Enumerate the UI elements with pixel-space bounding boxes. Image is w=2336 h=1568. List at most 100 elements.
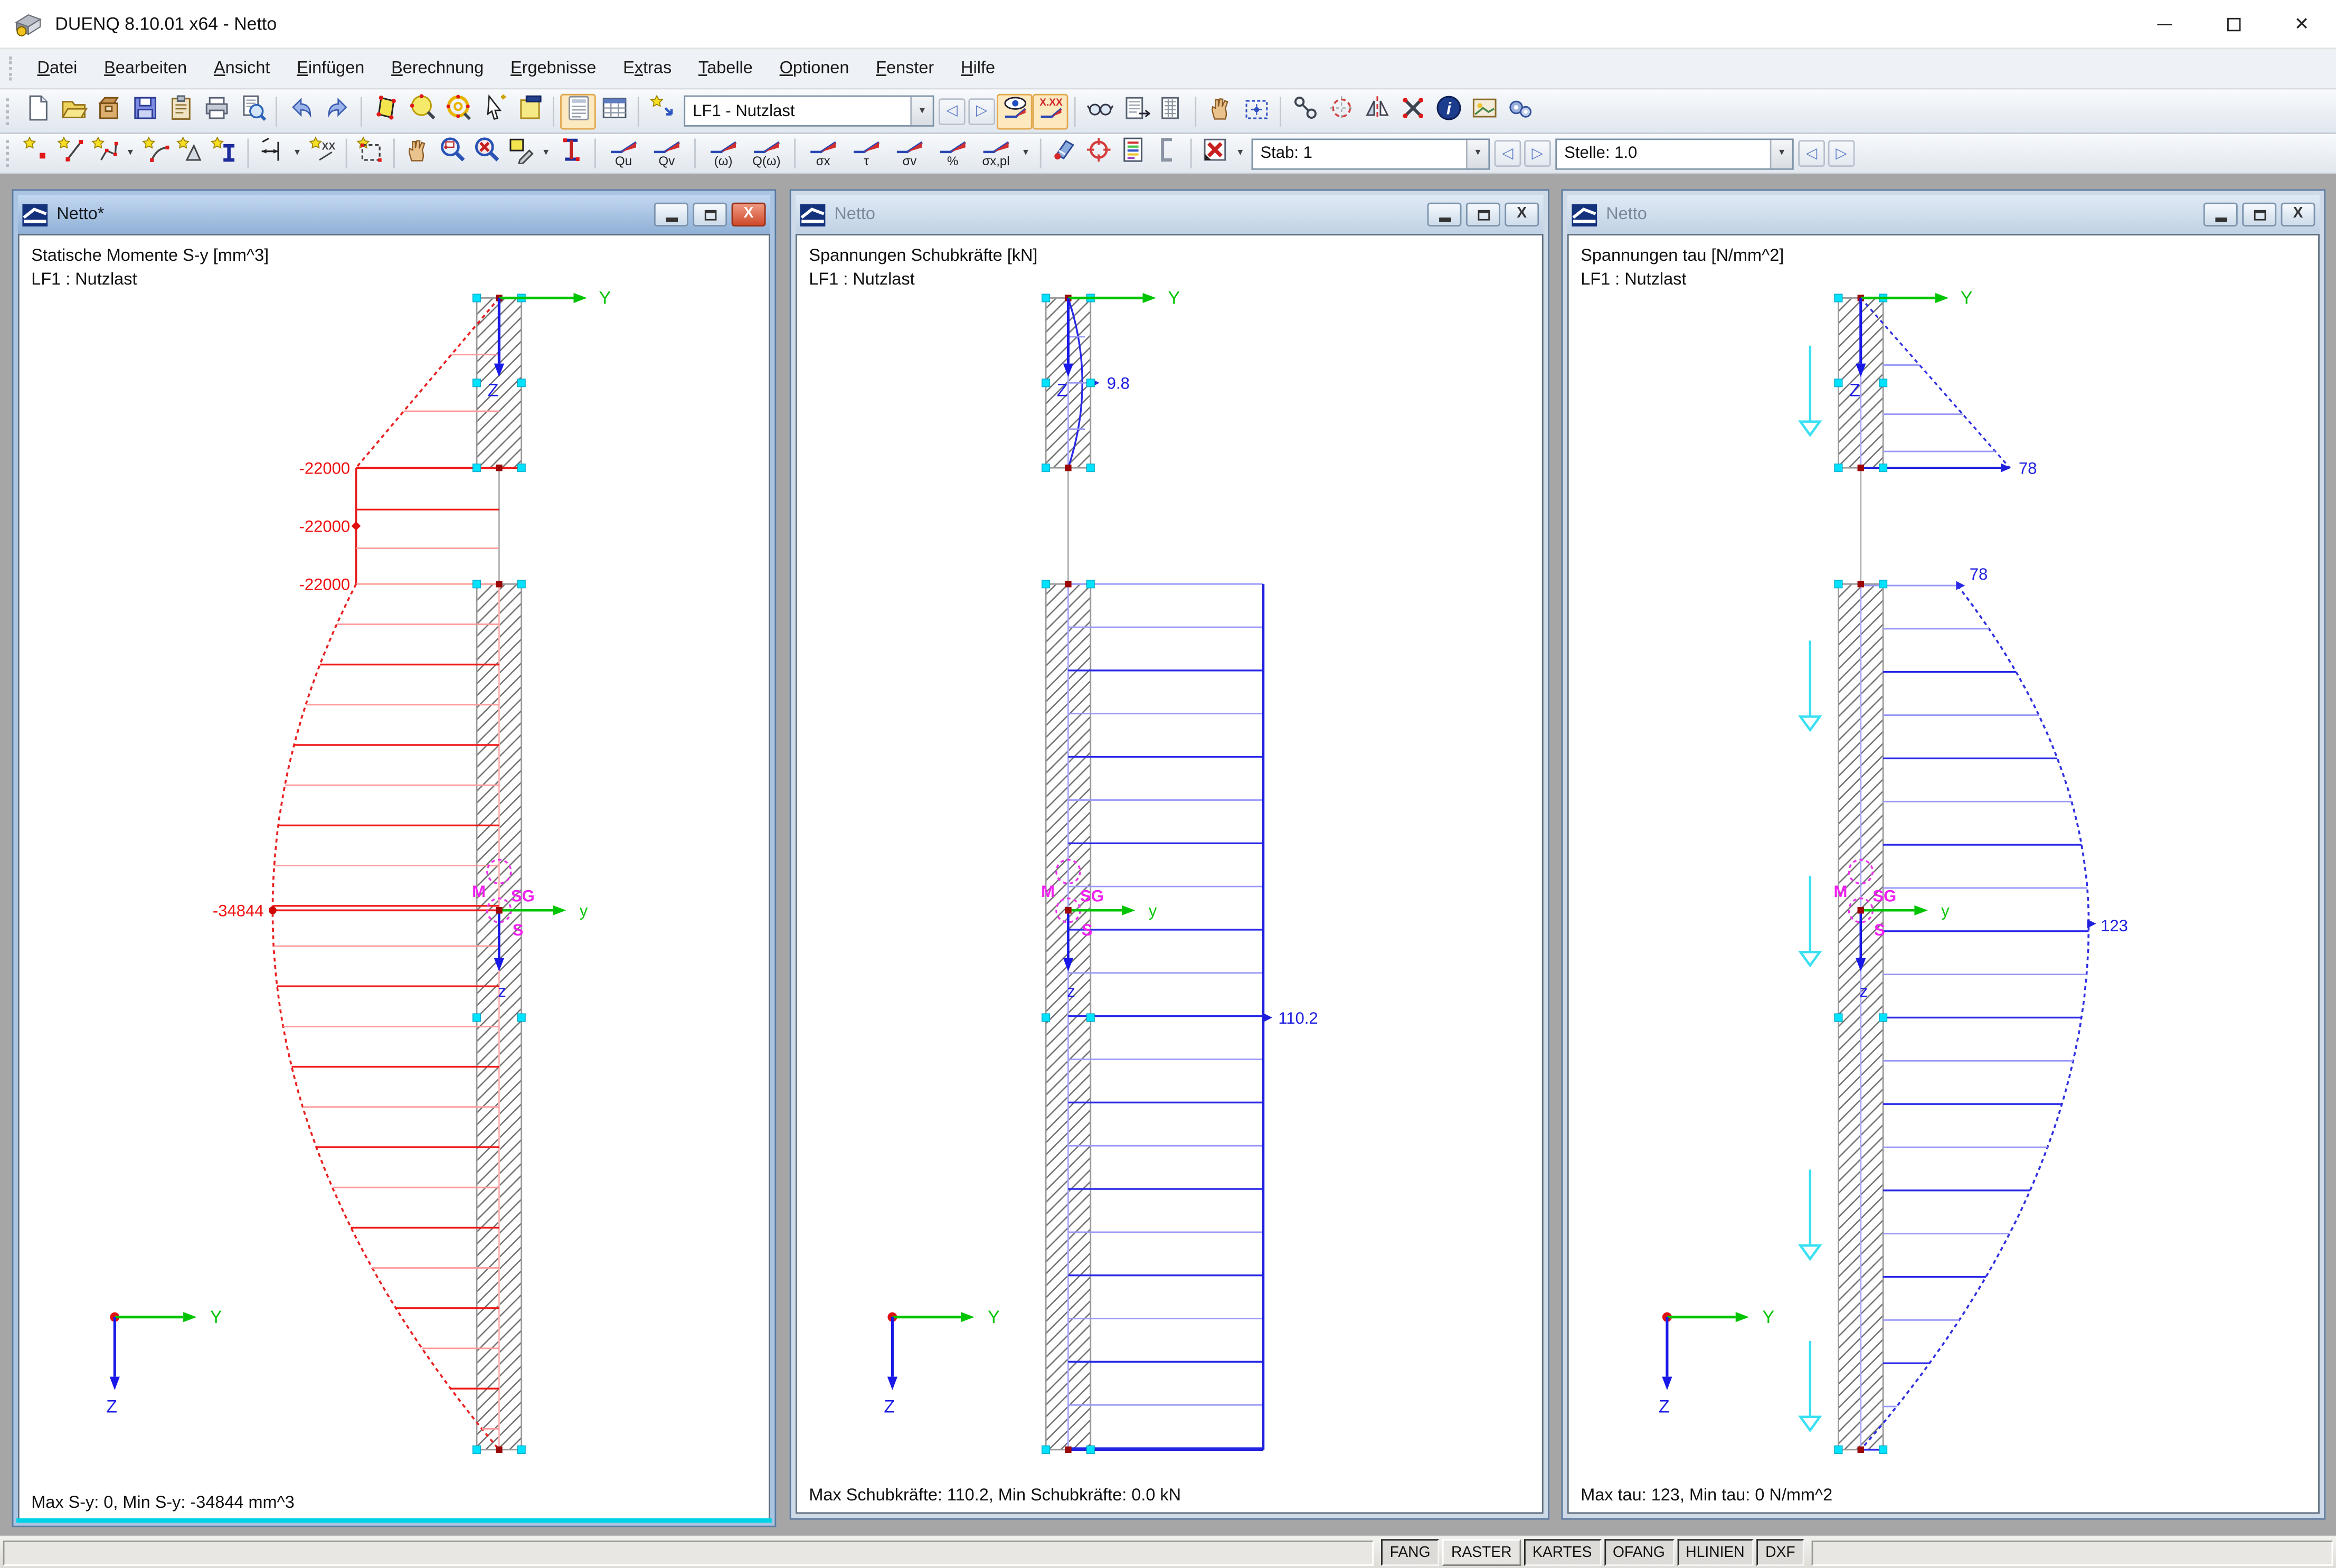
menu-berechnung[interactable]: Berechnung <box>378 54 497 83</box>
dimension-button[interactable] <box>255 136 289 171</box>
table-view-button[interactable] <box>596 93 632 129</box>
new-node-button[interactable] <box>20 136 54 171</box>
print-preview-button[interactable] <box>234 93 270 129</box>
circle-select-button[interactable] <box>1323 93 1359 129</box>
chain-node-button[interactable] <box>1287 93 1323 129</box>
snap-toggle-raster[interactable]: RASTER <box>1442 1539 1520 1566</box>
stelle-next-button[interactable]: ▷ <box>1828 140 1855 167</box>
open-folder-button[interactable] <box>55 93 91 129</box>
layer-edit-button[interactable] <box>504 136 538 171</box>
minimize-button[interactable] <box>654 203 688 226</box>
restore-button[interactable] <box>1466 203 1500 226</box>
zoom-target-button[interactable] <box>440 93 476 129</box>
window-titlebar[interactable]: Netto X <box>796 195 1544 234</box>
close-button[interactable]: X <box>732 203 766 226</box>
undo-button[interactable] <box>283 93 319 129</box>
menu-bearbeiten[interactable]: Bearbeiten <box>91 54 201 83</box>
x-nodes-button[interactable] <box>1394 93 1430 129</box>
mdi-window-tau[interactable]: Netto X Spannungen tau [N/mm^2] LF1 : Nu… <box>1562 189 2326 1519</box>
new-frame-button[interactable] <box>353 136 387 171</box>
section-view-button[interactable] <box>554 136 589 171</box>
load-case-prev-button[interactable]: ◁ <box>939 98 966 125</box>
toolbar-grip[interactable] <box>6 140 13 167</box>
panel-view-button[interactable] <box>560 93 596 129</box>
dropdown-arrow-icon[interactable]: ▼ <box>289 137 305 170</box>
gears-button[interactable] <box>1502 93 1538 129</box>
minimize-button[interactable] <box>1427 203 1462 226</box>
toolbar-grip[interactable] <box>6 98 13 125</box>
menu-einfügen[interactable]: Einfügen <box>283 54 378 83</box>
menu-hilfe[interactable]: Hilfe <box>948 54 1009 83</box>
dropdown-arrow-icon[interactable]: ▼ <box>538 137 554 170</box>
app-close-button[interactable]: ✕ <box>2267 0 2336 48</box>
dropdown-arrow-icon[interactable]: ▼ <box>1232 137 1249 170</box>
menu-optionen[interactable]: Optionen <box>766 54 863 83</box>
drawing-area-schub[interactable]: Spannungen Schubkräfte [kN] LF1 : Nutzla… <box>796 234 1544 1514</box>
redo-button[interactable] <box>319 93 355 129</box>
menu-ergebnisse[interactable]: Ergebnisse <box>497 54 610 83</box>
result-5-button[interactable]: τ <box>846 136 886 171</box>
combo-dropdown-icon[interactable]: ▼ <box>1466 139 1488 168</box>
minimize-button[interactable] <box>2203 203 2238 226</box>
panel-doc-button[interactable] <box>1118 93 1153 129</box>
grid-star-button[interactable] <box>1238 93 1274 129</box>
drawing-area-sy[interactable]: Statische Momente S-y [mm^3] LF1 : Nutzl… <box>18 234 770 1521</box>
glasses-button[interactable] <box>1082 93 1118 129</box>
restore-button[interactable] <box>693 203 727 226</box>
print-button[interactable] <box>198 93 234 129</box>
new-arc-button[interactable] <box>138 136 173 171</box>
menu-fenster[interactable]: Fenster <box>863 54 948 83</box>
combo-dropdown-icon[interactable]: ▼ <box>1770 139 1792 168</box>
app-maximize-button[interactable] <box>2199 0 2267 48</box>
result-2-button[interactable]: (ω) <box>703 136 743 171</box>
result-8-button[interactable]: σx,pl <box>976 136 1016 171</box>
menu-ansicht[interactable]: Ansicht <box>201 54 283 83</box>
new-fill-button[interactable] <box>173 136 207 171</box>
result-6-button[interactable]: σv <box>890 136 930 171</box>
doc-colors-button[interactable] <box>1116 136 1150 171</box>
stelle-combo[interactable]: Stelle: 1.0▼ <box>1555 138 1794 169</box>
clipboard-button[interactable] <box>163 93 198 129</box>
close-button[interactable]: X <box>1505 203 1539 226</box>
project-box-button[interactable] <box>91 93 127 129</box>
zoom-in-button[interactable] <box>435 136 469 171</box>
drawing-area-tau[interactable]: Spannungen tau [N/mm^2] LF1 : Nutzlast 7… <box>1567 234 2320 1514</box>
snap-toggle-ofang[interactable]: OFANG <box>1604 1539 1674 1566</box>
restore-button[interactable] <box>2242 203 2276 226</box>
snap-toggle-dxf[interactable]: DXF <box>1756 1539 1804 1566</box>
new-section-button[interactable] <box>207 136 241 171</box>
zoom-out-button[interactable] <box>469 136 504 171</box>
new-file-button[interactable] <box>20 93 55 129</box>
menu-extras[interactable]: Extras <box>610 54 685 83</box>
hand-tool-button[interactable] <box>1202 93 1238 129</box>
pan-hand-button[interactable] <box>401 136 435 171</box>
crosshair-button[interactable] <box>1082 136 1116 171</box>
insert-node-button[interactable] <box>645 93 681 129</box>
image-frame-button[interactable] <box>1466 93 1502 129</box>
result-0-button[interactable]: Qu <box>603 136 644 171</box>
show-results-button[interactable] <box>997 93 1033 129</box>
mirror-button[interactable] <box>1359 93 1395 129</box>
stab-next-button[interactable]: ▷ <box>1524 140 1551 167</box>
result-7-button[interactable]: % <box>933 136 973 171</box>
menu-tabelle[interactable]: Tabelle <box>685 54 767 83</box>
zoom-circle-button[interactable] <box>404 93 440 129</box>
zoom-polygon-button[interactable] <box>368 93 404 129</box>
stab-prev-button[interactable]: ◁ <box>1495 140 1521 167</box>
show-values-button[interactable]: X.XX <box>1033 93 1068 129</box>
window-titlebar[interactable]: Netto* X <box>18 195 770 234</box>
load-case-combo[interactable]: LF1 - Nutzlast▼ <box>684 96 934 127</box>
snap-toggle-kartes[interactable]: KARTES <box>1524 1539 1601 1566</box>
note-page-button[interactable] <box>511 93 547 129</box>
dropdown-arrow-icon[interactable]: ▼ <box>122 137 138 170</box>
mdi-window-schubkraefte[interactable]: Netto X Spannungen Schubkräfte [kN] LF1 … <box>790 189 1549 1519</box>
panel-grid-button[interactable] <box>1153 93 1189 129</box>
pointer-add-button[interactable] <box>475 93 511 129</box>
snap-toggle-hlinien[interactable]: HLINIEN <box>1677 1539 1753 1566</box>
result-4-button[interactable]: σx <box>803 136 843 171</box>
save-button[interactable] <box>127 93 163 129</box>
app-minimize-button[interactable] <box>2131 0 2199 48</box>
delete-x-button[interactable] <box>1198 136 1232 171</box>
menu-datei[interactable]: Datei <box>24 54 91 83</box>
window-titlebar[interactable]: Netto X <box>1567 195 2320 234</box>
